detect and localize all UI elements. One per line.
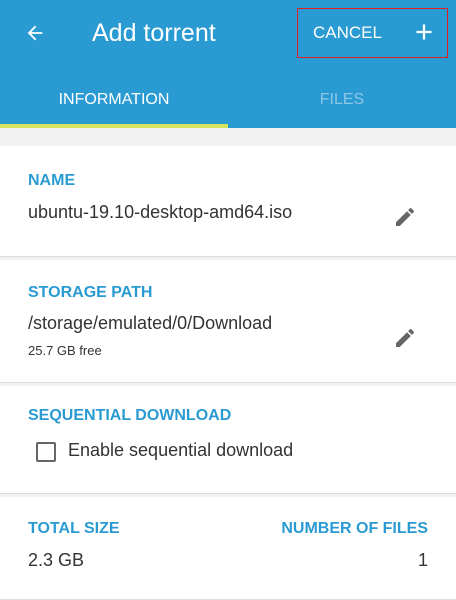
- sequential-checkbox[interactable]: [36, 442, 56, 462]
- back-button[interactable]: [18, 16, 52, 50]
- active-tab-indicator: [0, 124, 228, 128]
- arrow-left-icon: [27, 25, 43, 41]
- number-of-files-label: NUMBER OF FILES: [281, 520, 428, 537]
- sequential-checkbox-label[interactable]: Enable sequential download: [68, 440, 293, 461]
- number-of-files-value: 1: [417, 550, 428, 570]
- storage-card: STORAGE PATH /storage/emulated/0/Downloa…: [0, 260, 456, 383]
- sequential-card: SEQUENTIAL DOWNLOAD Enable sequential do…: [0, 386, 456, 494]
- app-bar: Add torrent CANCEL INFORMATION FILES: [0, 0, 456, 128]
- page-title: Add torrent: [92, 19, 216, 47]
- name-value: ubuntu-19.10-desktop-amd64.iso: [28, 202, 293, 222]
- size-card: TOTAL SIZE 2.3 GB NUMBER OF FILES 1: [0, 497, 456, 600]
- cancel-button[interactable]: CANCEL: [313, 9, 382, 56]
- storage-path-value: /storage/emulated/0/Download: [28, 313, 273, 333]
- plus-icon: [416, 24, 432, 40]
- storage-label: STORAGE PATH: [28, 284, 153, 301]
- pencil-icon: [396, 328, 415, 347]
- total-size-label: TOTAL SIZE: [28, 520, 120, 537]
- edit-storage-button[interactable]: [393, 326, 417, 350]
- add-button[interactable]: [411, 19, 437, 45]
- action-highlight: CANCEL: [297, 8, 448, 58]
- free-space-text: 25.7 GB free: [28, 343, 102, 358]
- name-label: NAME: [28, 172, 76, 189]
- tab-information[interactable]: INFORMATION: [0, 72, 228, 128]
- name-card: NAME ubuntu-19.10-desktop-amd64.iso: [0, 146, 456, 257]
- pencil-icon: [396, 207, 415, 226]
- tab-files[interactable]: FILES: [228, 72, 456, 128]
- edit-name-button[interactable]: [393, 205, 417, 229]
- total-size-value: 2.3 GB: [28, 550, 85, 570]
- sequential-label: SEQUENTIAL DOWNLOAD: [28, 407, 232, 424]
